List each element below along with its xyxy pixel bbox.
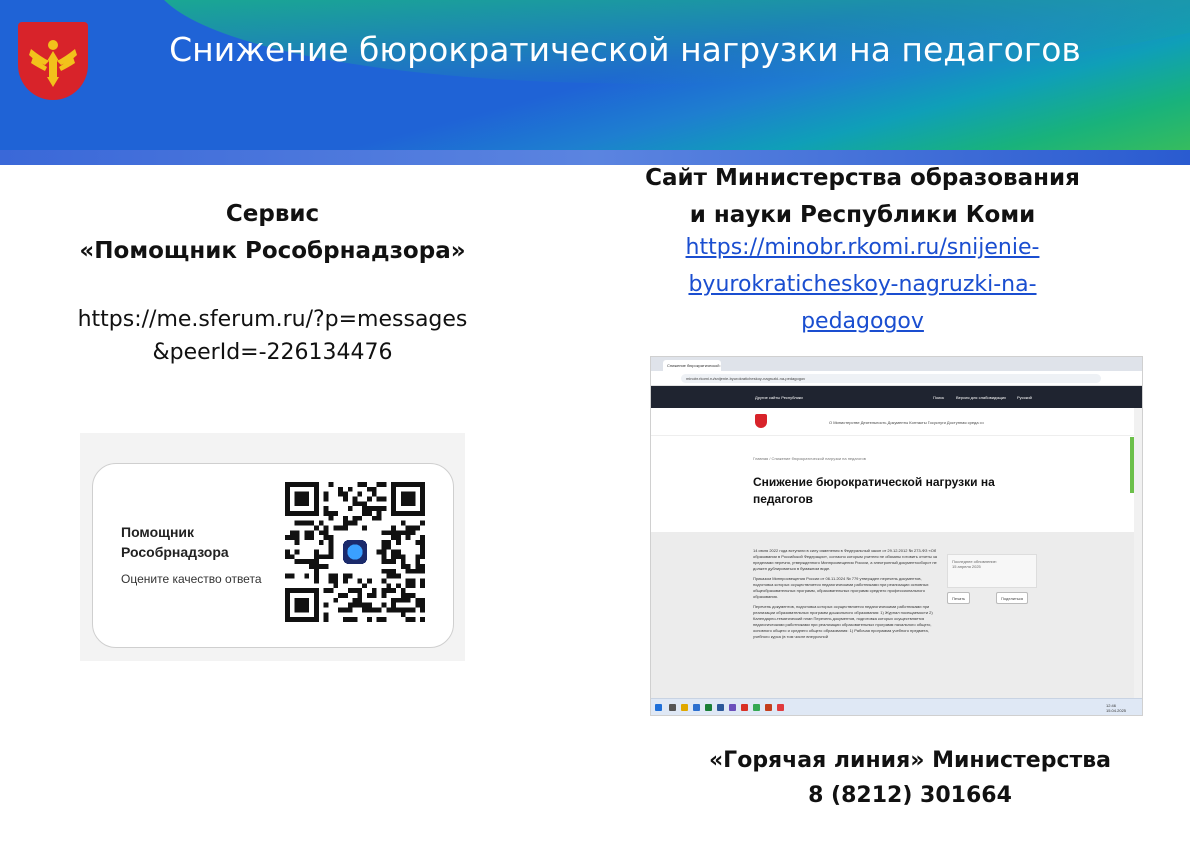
qr-card-subtitle: Оцените качество ответа — [121, 572, 262, 586]
browser-tab[interactable]: Снижение бюрократической н — [663, 360, 721, 371]
site-body: 14 июля 2022 года вступили в силу измене… — [651, 532, 1134, 698]
komi-coat-of-arms-icon — [18, 22, 88, 100]
start-icon[interactable] — [655, 704, 662, 711]
site-topbar: Другие сайты Республики Поиск Версия для… — [651, 386, 1142, 408]
service-heading-line1: Сервис — [225, 201, 320, 227]
explorer-icon[interactable] — [681, 704, 688, 711]
ministry-heading: Сайт Министерства образования и науки Ре… — [640, 160, 1085, 234]
ministry-site-screenshot: Снижение бюрократической н minobr.rkomi.… — [650, 356, 1143, 716]
qr-card-title-line2: Рособрнадзора — [121, 544, 229, 560]
article-paragraph: Приказом Минпросвещения России от 06.11.… — [753, 576, 929, 599]
hotline-phone: 8 (8212) 301664 — [808, 783, 1012, 808]
browser-scrollbar[interactable] — [1134, 408, 1142, 698]
update-info-box: Последнее обновление: 15 апреля 2025 — [947, 554, 1037, 588]
article-paragraph: Перечень документов, подготовка которых … — [753, 604, 933, 639]
ministry-heading-line1: Сайт Министерства образования — [645, 165, 1080, 191]
site-logo-icon[interactable] — [755, 414, 767, 428]
site-nav: О Министерстве Деятельность Документы Ко… — [651, 408, 1142, 436]
qr-card: Помощник Рособрнадзора Оцените качество … — [92, 463, 454, 648]
accessible-version-link[interactable]: Версия для слабовидящих — [956, 395, 1006, 400]
service-url-line2: &peerId=-226134476 — [152, 340, 393, 365]
ministry-link-line1[interactable]: https://minobr.rkomi.ru/snijenie- — [640, 229, 1085, 266]
search-icon[interactable] — [669, 704, 676, 711]
site-page-title: Снижение бюрократической нагрузки на пед… — [753, 475, 995, 506]
app-icon[interactable] — [729, 704, 736, 711]
browser-tab-strip: Снижение бюрократической н — [651, 357, 1142, 371]
clock-date: 15.04.2025 — [1106, 708, 1127, 713]
ministry-link-line2[interactable]: byurokraticheskoy-nagruzki-na- — [640, 266, 1085, 303]
chrome-icon[interactable] — [753, 704, 760, 711]
share-button[interactable]: Поделиться — [996, 592, 1029, 604]
powerpoint-icon[interactable] — [765, 704, 772, 711]
article-paragraph: 14 июля 2022 года вступили в силу измене… — [753, 548, 937, 571]
site-search-link[interactable]: Поиск — [933, 395, 944, 400]
site-article-text: 14 июля 2022 года вступили в силу измене… — [753, 548, 943, 644]
browser-address-bar: minobr.rkomi.ru/snijenie-byurokratichesk… — [651, 371, 1142, 386]
pdf-icon[interactable] — [777, 704, 784, 711]
qr-card-title: Помощник Рособрнадзора — [121, 522, 271, 562]
update-info-date: 15 апреля 2025 — [952, 564, 981, 569]
slide-title: Снижение бюрократической нагрузки на пед… — [169, 30, 1081, 69]
app-icon[interactable] — [705, 704, 712, 711]
service-heading: Сервис «Помощник Рособрнадзора» — [60, 196, 485, 270]
address-field[interactable]: minobr.rkomi.ru/snijenie-byurokratichesk… — [681, 374, 1101, 383]
slide-header: Снижение бюрократической нагрузки на пед… — [0, 0, 1190, 165]
service-url: https://me.sferum.ru/?p=messages &peerId… — [40, 303, 505, 369]
site-hero: Главная / Снижение бюрократической нагру… — [651, 436, 1134, 532]
site-nav-links[interactable]: О Министерстве Деятельность Документы Ко… — [829, 420, 984, 425]
qr-card-title-line1: Помощник — [121, 524, 195, 540]
site-breadcrumb[interactable]: Главная / Снижение бюрократической нагру… — [753, 456, 866, 461]
windows-taskbar: 12:46 15.04.2025 — [651, 698, 1142, 715]
hotline-info: «Горячая линия» Министерства 8 (8212) 30… — [690, 743, 1130, 813]
app-icon[interactable] — [693, 704, 700, 711]
ministry-link-line3[interactable]: pedagogov — [640, 303, 1085, 340]
ministry-link[interactable]: https://minobr.rkomi.ru/snijenie- byurok… — [640, 229, 1085, 340]
print-button[interactable]: Печать — [947, 592, 971, 604]
qr-code-icon[interactable] — [285, 482, 425, 622]
other-sites-link[interactable]: Другие сайты Республики — [755, 395, 803, 400]
word-icon[interactable] — [717, 704, 724, 711]
service-url-line1: https://me.sferum.ru/?p=messages — [77, 307, 468, 332]
app-icon[interactable] — [741, 704, 748, 711]
qr-card-image: Помощник Рособрнадзора Оцените качество … — [80, 433, 465, 661]
language-link[interactable]: Русский — [1017, 395, 1032, 400]
service-heading-line2: «Помощник Рособрнадзора» — [79, 238, 466, 264]
hotline-label: «Горячая линия» Министерства — [708, 748, 1112, 773]
taskbar-clock[interactable]: 12:46 15.04.2025 — [1106, 703, 1126, 713]
